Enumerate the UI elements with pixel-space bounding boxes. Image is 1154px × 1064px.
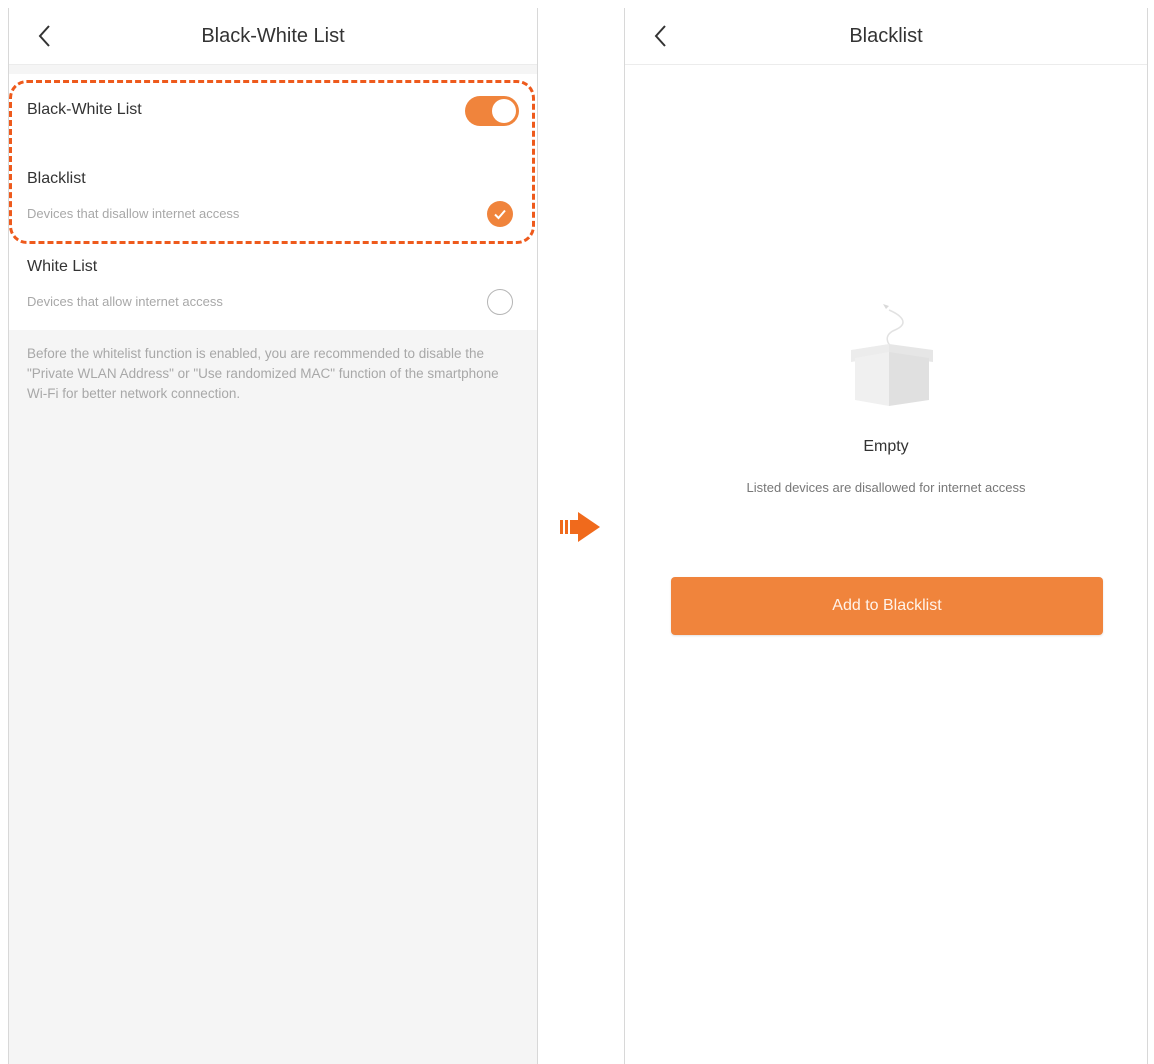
chevron-left-icon	[654, 25, 666, 47]
blacklist-screen: Blacklist Empty Listed devices are disal…	[624, 8, 1148, 1064]
empty-box-icon	[851, 304, 933, 406]
black-white-list-screen: Black-White List Black-White List Blackl…	[8, 8, 538, 1064]
whitelist-radio[interactable]	[487, 289, 513, 315]
navbar: Blacklist	[625, 8, 1147, 65]
back-button[interactable]	[29, 20, 61, 52]
empty-title: Empty	[863, 438, 909, 455]
page-title: Blacklist	[849, 25, 923, 47]
checkmark-icon	[494, 209, 506, 220]
whitelist-option-description: Devices that allow internet access	[27, 294, 223, 309]
arrow-right-icon	[560, 512, 600, 542]
whitelist-option-label: White List	[27, 258, 98, 275]
whitelist-option[interactable]: White List Devices that allow internet a…	[9, 242, 537, 330]
chevron-left-icon	[38, 25, 50, 47]
blacklist-option[interactable]: Blacklist Devices that disallow internet…	[9, 154, 537, 242]
blacklist-option-label: Blacklist	[27, 170, 86, 187]
master-toggle-label: Black-White List	[27, 101, 142, 118]
add-to-blacklist-button[interactable]: Add to Blacklist	[671, 577, 1103, 635]
blacklist-radio[interactable]	[487, 201, 513, 227]
toggle-knob	[492, 99, 516, 123]
empty-description: Listed devices are disallowed for intern…	[746, 480, 1026, 495]
black-white-list-toggle[interactable]	[465, 96, 519, 126]
page-title: Black-White List	[201, 25, 345, 47]
navbar: Black-White List	[9, 8, 537, 65]
back-button[interactable]	[645, 20, 677, 52]
blacklist-option-description: Devices that disallow internet access	[27, 206, 240, 221]
whitelist-note: Before the whitelist function is enabled…	[27, 346, 499, 401]
master-toggle-row: Black-White List	[9, 74, 537, 154]
